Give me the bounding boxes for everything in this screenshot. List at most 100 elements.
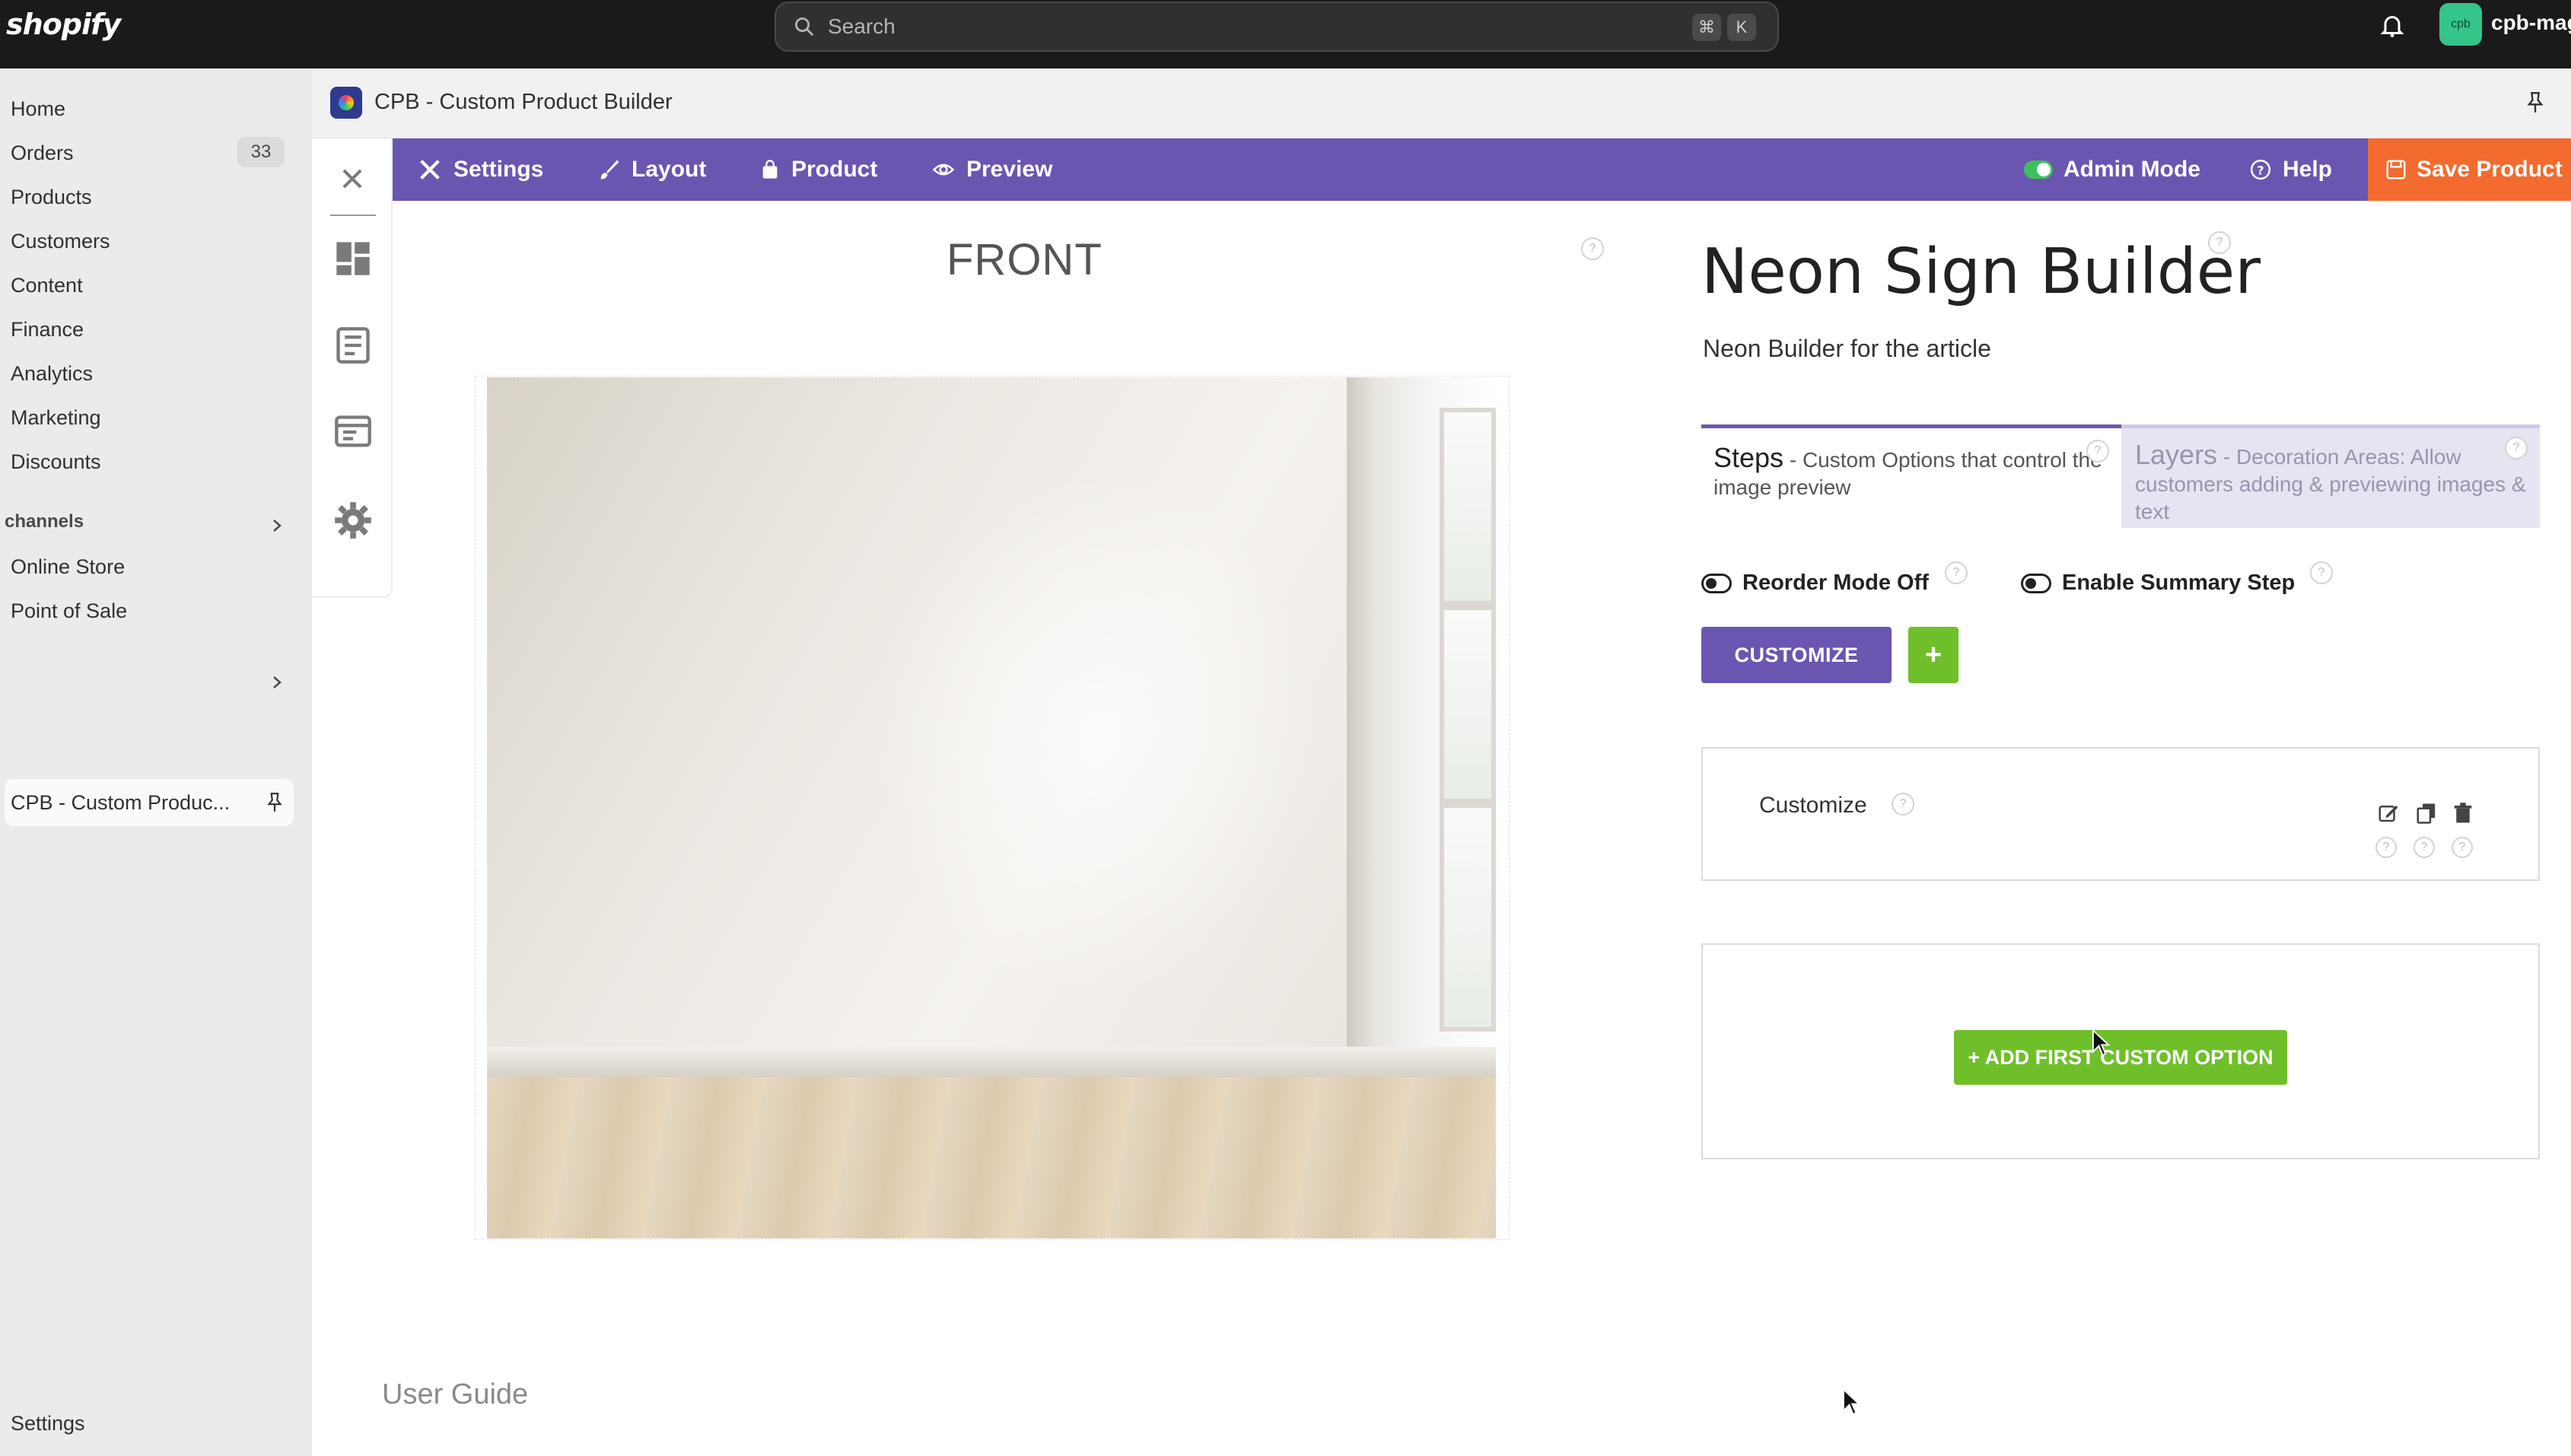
- pin-icon[interactable]: [265, 791, 285, 814]
- app-title: CPB - Custom Product Builder: [374, 90, 673, 114]
- product-subtitle: Neon Builder for the article: [1703, 335, 1991, 362]
- preview-tab[interactable]: Preview: [931, 138, 1052, 201]
- toggle-off-icon: [1701, 573, 1732, 593]
- window-pane: [1440, 606, 1496, 803]
- steps-layers-tabs: Steps - Custom Options that control the …: [1701, 424, 2540, 528]
- pin-icon[interactable]: [2525, 90, 2546, 116]
- trash-icon[interactable]: [2452, 802, 2474, 825]
- table-settings-icon[interactable]: [333, 412, 373, 452]
- rail-divider: [330, 215, 376, 216]
- help-tooltip-icon[interactable]: ?: [2310, 561, 2333, 584]
- step-card[interactable]: Customize ? ? ? ?: [1701, 747, 2540, 881]
- help-tooltip-icon[interactable]: ?: [2452, 837, 2473, 858]
- pinned-app-label: CPB - Custom Produc...: [11, 790, 231, 814]
- help-tooltip-icon[interactable]: ?: [2375, 837, 2397, 858]
- svg-text:?: ?: [2257, 163, 2264, 177]
- sidebar-item-home[interactable]: Home: [11, 97, 65, 121]
- help-tooltip-icon[interactable]: ?: [1945, 561, 1968, 584]
- step-label: Customize: [1759, 793, 1867, 818]
- tab-layers[interactable]: Layers - Decoration Areas: Allow custome…: [2121, 424, 2540, 528]
- sidebar-item-customers[interactable]: Customers: [11, 230, 110, 253]
- wood-floor: [487, 1077, 1496, 1238]
- store-name[interactable]: cpb-mag: [2491, 11, 2571, 35]
- shopping-bag-icon: [762, 160, 778, 179]
- save-icon: [2386, 160, 2406, 180]
- window-pane: [1440, 408, 1496, 606]
- toggle-off-icon: [2021, 573, 2051, 593]
- chevron-right-icon[interactable]: [268, 514, 286, 537]
- help-label: Help: [2283, 157, 2333, 182]
- channels-section-label[interactable]: channels: [5, 511, 84, 532]
- sidebar-item-discounts[interactable]: Discounts: [11, 450, 101, 474]
- sidebar-item-content[interactable]: Content: [11, 274, 83, 297]
- chevron-right-icon[interactable]: [268, 671, 286, 694]
- command-key: ⌘: [1692, 14, 1721, 41]
- dashboard-icon[interactable]: [333, 239, 373, 278]
- k-key: K: [1727, 14, 1756, 41]
- product-preview-image[interactable]: [487, 377, 1496, 1238]
- layout-tab-label: Layout: [632, 157, 707, 182]
- shopify-logo[interactable]: shopify: [6, 8, 121, 41]
- layout-tab[interactable]: Layout: [598, 138, 706, 201]
- close-icon[interactable]: [338, 164, 367, 193]
- sidebar-item-online-store[interactable]: Online Store: [11, 555, 125, 579]
- reorder-mode-toggle[interactable]: Reorder Mode Off: [1701, 571, 1929, 596]
- help-tooltip-icon[interactable]: ?: [2208, 231, 2231, 254]
- enable-summary-toggle[interactable]: Enable Summary Step: [2021, 571, 2295, 596]
- help-button[interactable]: ? Help: [2249, 138, 2332, 201]
- sidebar-item-marketing[interactable]: Marketing: [11, 406, 101, 430]
- tab-steps[interactable]: Steps - Custom Options that control the …: [1701, 424, 2121, 528]
- sidebar-item-point-of-sale[interactable]: Point of Sale: [11, 599, 127, 623]
- settings-tab[interactable]: Settings: [417, 138, 543, 201]
- save-product-button[interactable]: Save Product: [2368, 138, 2571, 201]
- sidebar-item-analytics[interactable]: Analytics: [11, 362, 93, 386]
- product-tab[interactable]: Product: [759, 138, 877, 201]
- steps-tab-title: Steps: [1713, 442, 1784, 473]
- sidebar: Home Orders 33 Products Customers Conten…: [0, 68, 312, 1456]
- admin-mode-label: Admin Mode: [2063, 157, 2200, 182]
- search-placeholder: Search: [828, 14, 896, 38]
- reorder-mode-label: Reorder Mode Off: [1742, 571, 1929, 595]
- enable-summary-label: Enable Summary Step: [2062, 571, 2296, 595]
- app-header: CPB - Custom Product Builder: [312, 68, 2571, 138]
- sidebar-item-settings[interactable]: Settings: [11, 1412, 85, 1435]
- gear-icon[interactable]: [333, 501, 373, 540]
- sidebar-item-cpb-app[interactable]: CPB - Custom Produc...: [5, 779, 294, 826]
- layers-tab-title: Layers: [2135, 439, 2218, 470]
- orders-count-badge: 33: [237, 137, 285, 167]
- preview-tab-label: Preview: [966, 157, 1053, 182]
- copy-icon[interactable]: [2415, 802, 2438, 825]
- sidebar-item-products[interactable]: Products: [11, 186, 92, 209]
- sidebar-item-orders[interactable]: Orders: [11, 141, 74, 165]
- add-first-custom-option-button[interactable]: + ADD FIRST CUSTOM OPTION: [1954, 1030, 2287, 1085]
- brush-icon: [600, 160, 619, 180]
- save-product-label: Save Product: [2417, 157, 2563, 182]
- builder-toolbar: Settings Layout Product Preview Admin Mo…: [393, 138, 2571, 201]
- user-guide-link[interactable]: User Guide: [382, 1378, 528, 1411]
- search-bar[interactable]: Search ⌘ K: [775, 2, 1779, 52]
- eye-icon: [932, 164, 955, 176]
- product-title: Neon Sign Builder: [1701, 236, 2261, 308]
- add-step-button[interactable]: +: [1908, 627, 1958, 683]
- toggle-on-icon: [2024, 161, 2053, 179]
- sidebar-item-finance[interactable]: Finance: [11, 318, 84, 342]
- bell-icon[interactable]: [2378, 11, 2406, 40]
- builder-icon-rail: [312, 138, 393, 598]
- avatar[interactable]: cpb: [2439, 3, 2482, 46]
- search-icon: [795, 17, 814, 37]
- mouse-cursor-icon: [1842, 1388, 1861, 1416]
- help-tooltip-icon[interactable]: ?: [1581, 237, 1604, 260]
- settings-tab-label: Settings: [453, 157, 544, 182]
- edit-icon[interactable]: [2377, 802, 2400, 825]
- wall-light: [867, 469, 1324, 1001]
- help-tooltip-icon[interactable]: ?: [2505, 437, 2528, 459]
- help-tooltip-icon[interactable]: ?: [2086, 440, 2109, 463]
- list-form-icon[interactable]: [333, 326, 373, 365]
- app-logo-icon: [330, 87, 362, 119]
- help-tooltip-icon[interactable]: ?: [1892, 793, 1914, 815]
- admin-mode-toggle[interactable]: Admin Mode: [2024, 138, 2200, 201]
- customize-button[interactable]: CUSTOMIZE: [1701, 627, 1892, 683]
- view-label: FRONT: [947, 235, 1103, 285]
- window-pane: [1440, 803, 1496, 1032]
- help-tooltip-icon[interactable]: ?: [2413, 837, 2435, 858]
